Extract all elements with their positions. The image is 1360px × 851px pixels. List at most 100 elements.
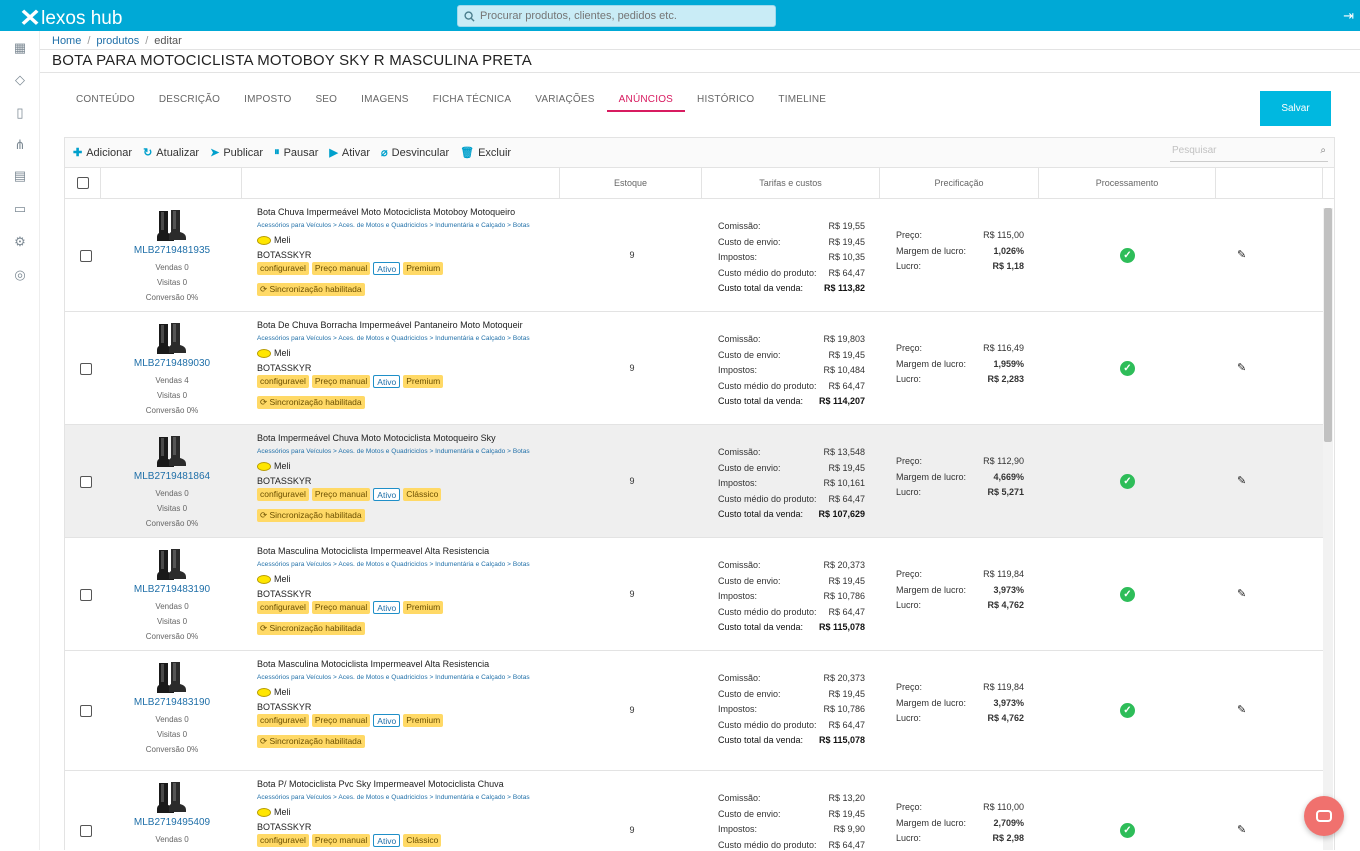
listing-sku: BOTASSKYR: [257, 363, 311, 373]
marketplace-label: Meli: [257, 348, 291, 358]
listings-search-input[interactable]: Pesquisar⌕: [1170, 142, 1328, 162]
listing-id-link[interactable]: MLB2719481864: [101, 471, 243, 482]
tab-8[interactable]: HISTÓRICO: [685, 90, 766, 112]
unlink-icon: ⌀: [381, 146, 388, 159]
fees-breakdown: Comissão:R$ 20,373Custo de envio:R$ 19,4…: [718, 558, 865, 636]
pricing-line: Lucro:R$ 2,283: [896, 372, 1024, 388]
visits-count: Visitas 0: [101, 501, 243, 516]
product-thumbnail: [153, 661, 189, 695]
settings-icon[interactable]: ⚙: [12, 234, 28, 250]
tab-1[interactable]: DESCRIÇÃO: [147, 90, 232, 112]
app-logo[interactable]: ✕lexos hub: [20, 4, 122, 33]
sync-label: Sincronização habilitada: [269, 510, 361, 520]
refresh-icon: ↻: [143, 146, 152, 159]
edit-icon[interactable]: ✎: [1237, 474, 1246, 487]
fee-value: R$ 19,45: [828, 687, 865, 703]
refresh-button[interactable]: ↻Atualizar: [143, 146, 199, 159]
listing-id-link[interactable]: MLB2719495409: [101, 817, 243, 828]
fee-value: R$ 10,484: [823, 363, 865, 379]
pricing-line: Margem de lucro:4,669%: [896, 470, 1024, 486]
pricing-breakdown: Preço:R$ 112,90Margem de lucro:4,669%Luc…: [896, 454, 1024, 501]
row-checkbox[interactable]: [80, 250, 92, 262]
chart-icon[interactable]: ▤: [12, 168, 28, 184]
select-all-cell: [65, 168, 101, 198]
scrollbar-thumb[interactable]: [1324, 208, 1332, 442]
tab-5[interactable]: FICHA TÉCNICA: [421, 90, 524, 112]
network-icon[interactable]: ⋔: [12, 137, 28, 153]
chat-button[interactable]: [1304, 796, 1344, 836]
fees-breakdown: Comissão:R$ 13,20Custo de envio:R$ 19,45…: [718, 791, 865, 851]
document-icon[interactable]: ▭: [12, 201, 28, 217]
visits-count: Visitas 0: [101, 614, 243, 629]
global-search[interactable]: [457, 5, 776, 27]
select-all-checkbox[interactable]: [77, 177, 89, 189]
delete-button[interactable]: 🗑Excluir: [460, 146, 511, 159]
target-icon[interactable]: ◎: [12, 267, 28, 283]
fee-line: Custo total da venda:R$ 114,207: [718, 394, 865, 410]
row-checkbox[interactable]: [80, 363, 92, 375]
publish-button[interactable]: ➤Publicar: [210, 146, 263, 159]
check-circle-icon: ✓: [1120, 587, 1135, 602]
fee-line: Custo de envio:R$ 19,45: [718, 348, 865, 364]
breadcrumb-home[interactable]: Home: [52, 35, 81, 47]
status-badge: configuravel: [257, 488, 309, 501]
tag-icon[interactable]: ◇: [12, 72, 28, 88]
pricing-value: R$ 110,00: [983, 800, 1024, 816]
header-title: [242, 168, 560, 198]
tab-4[interactable]: IMAGENS: [349, 90, 421, 112]
header-stock[interactable]: Estoque: [560, 168, 702, 198]
fee-line: Custo médio do produto:R$ 64,47: [718, 605, 865, 621]
fee-value: R$ 13,20: [828, 791, 865, 807]
header-fees[interactable]: Tarifas e custos: [702, 168, 880, 198]
sync-badge: ⟳ Sincronização habilitada: [257, 735, 365, 748]
activate-button[interactable]: ▶Ativar: [329, 146, 370, 159]
tab-0[interactable]: CONTEÚDO: [64, 90, 147, 112]
status-badge: configuravel: [257, 834, 309, 847]
listing-title: Bota P/ Motociclista Pvc Sky Impermeavel…: [257, 779, 504, 789]
edit-icon[interactable]: ✎: [1237, 248, 1246, 261]
edit-icon[interactable]: ✎: [1237, 823, 1246, 836]
tab-9[interactable]: TIMELINE: [766, 90, 838, 112]
pause-button[interactable]: ⏸Pausar: [274, 146, 318, 159]
tab-2[interactable]: IMPOSTO: [232, 90, 303, 112]
edit-icon[interactable]: ✎: [1237, 703, 1246, 716]
edit-icon[interactable]: ✎: [1237, 361, 1246, 374]
clipboard-icon[interactable]: ▯: [12, 105, 28, 121]
pricing-value: R$ 112,90: [983, 454, 1024, 470]
conversion-rate: Conversão 0%: [101, 516, 243, 531]
logout-icon[interactable]: ⇥: [1343, 8, 1354, 24]
scrollbar[interactable]: [1323, 208, 1333, 850]
header-processing[interactable]: Processamento: [1039, 168, 1216, 198]
row-checkbox[interactable]: [80, 705, 92, 717]
status-badge: Clássico: [403, 488, 441, 501]
row-checkbox[interactable]: [80, 476, 92, 488]
status-badge: Premium: [403, 375, 443, 388]
breadcrumb-products[interactable]: produtos: [96, 35, 139, 47]
listing-id-link[interactable]: MLB2719481935: [101, 245, 243, 256]
add-button[interactable]: ✚Adicionar: [73, 146, 132, 159]
listing-stats: Vendas 0Visitas 0Conversão 0%: [101, 712, 243, 757]
fee-label: Custo de envio:: [718, 574, 781, 590]
global-search-input[interactable]: [480, 10, 760, 22]
listing-id-link[interactable]: MLB2719489030: [101, 358, 243, 369]
listing-sku: BOTASSKYR: [257, 476, 311, 486]
row-checkbox[interactable]: [80, 825, 92, 837]
listing-id-link[interactable]: MLB2719483190: [101, 584, 243, 595]
fee-value: R$ 10,35: [828, 250, 865, 266]
fee-label: Impostos:: [718, 589, 757, 605]
tab-3[interactable]: SEO: [303, 90, 349, 112]
row-checkbox[interactable]: [80, 589, 92, 601]
edit-icon[interactable]: ✎: [1237, 587, 1246, 600]
header-pricing[interactable]: Precificação: [880, 168, 1039, 198]
unlink-button[interactable]: ⌀Desvincular: [381, 146, 449, 159]
tab-6[interactable]: VARIAÇÕES: [523, 90, 606, 112]
listing-stats: Vendas 0Visitas 0Conversão 0%: [101, 599, 243, 644]
listing-badges: configuravelPreço manualAtivoPremium: [257, 375, 443, 388]
listing-id-link[interactable]: MLB2719483190: [101, 697, 243, 708]
dashboard-icon[interactable]: ▦: [12, 40, 28, 56]
fee-value: R$ 64,47: [828, 492, 865, 508]
save-button[interactable]: Salvar: [1260, 91, 1331, 126]
tab-7[interactable]: ANÚNCIOS: [607, 90, 685, 112]
fee-line: Custo de envio:R$ 19,45: [718, 807, 865, 823]
listing-stats: Vendas 0: [101, 832, 243, 847]
